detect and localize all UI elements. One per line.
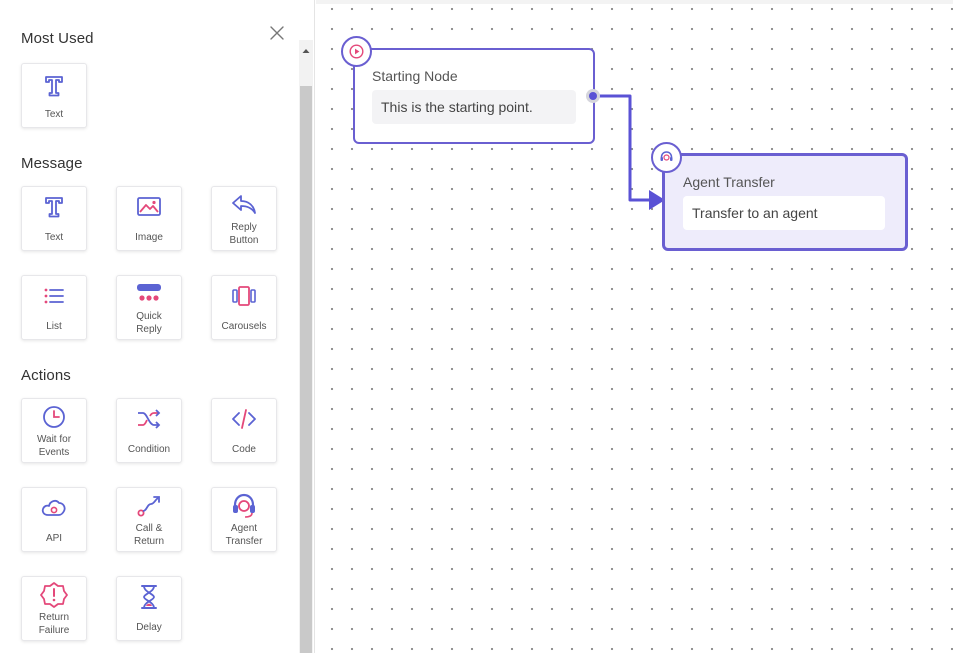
- palette-item-image[interactable]: Image: [116, 186, 182, 251]
- node-title: Agent Transfer: [683, 174, 775, 190]
- text-icon: [40, 193, 68, 221]
- carousel-icon: [230, 282, 258, 310]
- call-return-icon: [135, 492, 163, 520]
- scrollbar-thumb[interactable]: [300, 86, 312, 653]
- palette-item-quick-reply[interactable]: Quick Reply: [116, 275, 182, 340]
- palette-item-list[interactable]: List: [21, 275, 87, 340]
- agent-transfer-node[interactable]: Agent Transfer Transfer to an agent: [662, 153, 908, 251]
- palette-item-label: API: [45, 533, 63, 544]
- palette-item-label: Wait for Events: [36, 434, 72, 458]
- palette-item-label: Return Failure: [38, 612, 70, 636]
- text-icon: [40, 72, 68, 100]
- flow-canvas[interactable]: Starting Node This is the starting point…: [316, 0, 953, 653]
- output-port[interactable]: [586, 89, 600, 103]
- start-node-badge: [341, 36, 372, 67]
- palette-item-label: List: [46, 321, 62, 332]
- palette-item-label: Condition: [127, 444, 171, 455]
- node-palette-sidebar: Most Used Text Message Text Image Reply …: [0, 0, 315, 653]
- palette-item-carousels[interactable]: Carousels: [211, 275, 277, 340]
- image-icon: [135, 193, 163, 221]
- agent-transfer-node-badge: [651, 142, 682, 173]
- palette-item-call-and-return[interactable]: Call & Return: [116, 487, 182, 552]
- sidebar-scrollbar[interactable]: [299, 40, 313, 653]
- section-title-actions: Actions: [21, 367, 71, 384]
- reply-icon: [230, 191, 258, 219]
- section-title-message: Message: [21, 155, 83, 172]
- palette-item-reply-button[interactable]: Reply Button: [211, 186, 277, 251]
- palette-item-label: Image: [135, 232, 163, 243]
- cloud-api-icon: [40, 494, 68, 522]
- shuffle-icon: [135, 405, 163, 433]
- headset-icon: [230, 492, 258, 520]
- headset-icon: [660, 151, 673, 161]
- palette-scroll-area[interactable]: Most Used Text Message Text Image Reply …: [0, 0, 298, 653]
- clock-icon: [40, 403, 68, 431]
- section-title-most-used: Most Used: [21, 30, 94, 47]
- palette-item-label: Code: [232, 444, 256, 455]
- close-sidebar-button[interactable]: [268, 24, 286, 42]
- palette-item-text-most-used[interactable]: Text: [21, 63, 87, 128]
- palette-item-wait-for-events[interactable]: Wait for Events: [21, 398, 87, 463]
- palette-item-label: Agent Transfer: [225, 523, 263, 547]
- palette-item-label: Quick Reply: [136, 311, 162, 335]
- palette-item-label: Text: [44, 109, 64, 120]
- palette-item-text[interactable]: Text: [21, 186, 87, 251]
- code-icon: [230, 405, 258, 433]
- palette-item-label: Carousels: [221, 321, 267, 332]
- palette-item-label: Delay: [136, 622, 162, 633]
- scroll-up-arrow-icon[interactable]: [299, 44, 313, 56]
- palette-item-return-failure[interactable]: Return Failure: [21, 576, 87, 641]
- quick-reply-icon: [135, 280, 163, 308]
- play-icon: [349, 44, 364, 59]
- node-message: Transfer to an agent: [683, 196, 885, 230]
- palette-item-label: Reply Button: [229, 222, 259, 246]
- list-icon: [40, 282, 68, 310]
- palette-item-condition[interactable]: Condition: [116, 398, 182, 463]
- palette-item-code[interactable]: Code: [211, 398, 277, 463]
- node-title: Starting Node: [372, 68, 458, 84]
- palette-item-delay[interactable]: Delay: [116, 576, 182, 641]
- palette-item-agent-transfer[interactable]: Agent Transfer: [211, 487, 277, 552]
- palette-item-label: Call & Return: [133, 523, 164, 547]
- starting-node[interactable]: Starting Node This is the starting point…: [353, 48, 595, 144]
- palette-item-label: Text: [44, 232, 64, 243]
- close-icon: [270, 26, 284, 40]
- node-message: This is the starting point.: [372, 90, 576, 124]
- alert-icon: [40, 581, 68, 609]
- hourglass-icon: [135, 583, 163, 611]
- palette-item-api[interactable]: API: [21, 487, 87, 552]
